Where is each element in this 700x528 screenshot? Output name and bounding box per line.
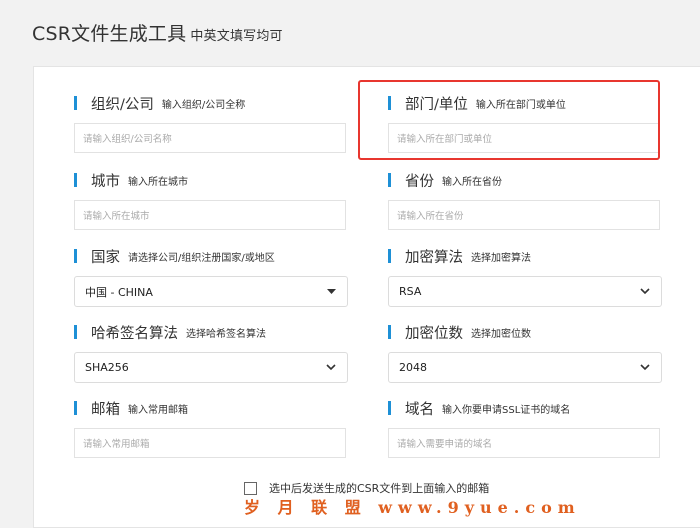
province-label-row: 省份 输入所在省份 [388, 169, 662, 191]
country-field: 国家 请选择公司/组织注册国家/或地区 中国 - CHINA [74, 245, 348, 307]
chevron-down-icon [639, 286, 651, 298]
caret-down-icon [325, 286, 337, 298]
hash-label: 哈希签名算法 [91, 325, 178, 342]
key-size-selected-value: 2048 [399, 361, 427, 374]
country-label-row: 国家 请选择公司/组织注册国家/或地区 [74, 245, 348, 267]
key-size-label: 加密位数 [405, 325, 463, 342]
label-accent-bar [388, 401, 391, 415]
domain-label: 域名 [405, 401, 434, 418]
email-hint: 输入常用邮箱 [128, 404, 188, 416]
organization-hint: 输入组织/公司全称 [161, 99, 246, 111]
send-email-checkbox[interactable] [244, 481, 257, 495]
domain-label-row: 域名 输入你要申请SSL证书的域名 [388, 397, 662, 419]
city-field: 城市 输入所在城市 请输入所在城市 [74, 169, 348, 230]
country-hint: 请选择公司/组织注册国家/或地区 [128, 252, 275, 264]
page-title: CSR文件生成工具 中英文填写均可 [32, 19, 283, 46]
email-label: 邮箱 [91, 401, 120, 418]
key-size-select[interactable]: 2048 [388, 352, 662, 383]
email-label-row: 邮箱 输入常用邮箱 [74, 397, 348, 419]
organization-input[interactable]: 请输入组织/公司名称 [74, 123, 346, 153]
hash-hint: 选择哈希签名算法 [186, 328, 266, 340]
page-subtitle: 中英文填写均可 [190, 29, 283, 44]
algorithm-select[interactable]: RSA [388, 276, 662, 307]
organization-label: 组织/公司 [91, 96, 154, 113]
province-hint: 输入所在省份 [442, 176, 502, 188]
province-field: 省份 输入所在省份 请输入所在省份 [388, 169, 662, 230]
highlight-box [358, 80, 660, 160]
label-accent-bar [74, 96, 77, 110]
city-label: 城市 [91, 173, 120, 190]
label-accent-bar [388, 325, 391, 339]
hash-field: 哈希签名算法 选择哈希签名算法 SHA256 [74, 321, 348, 383]
domain-hint: 输入你要申请SSL证书的域名 [442, 404, 571, 416]
watermark: 岁 月 联 盟 www.9yue.com [244, 498, 581, 517]
email-field: 邮箱 输入常用邮箱 请输入常用邮箱 [74, 397, 348, 458]
chevron-down-icon [325, 362, 337, 374]
organization-field: 组织/公司 输入组织/公司全称 请输入组织/公司名称 [74, 92, 348, 153]
label-accent-bar [388, 249, 391, 263]
label-accent-bar [74, 401, 77, 415]
hash-selected-value: SHA256 [85, 361, 129, 374]
country-select[interactable]: 中国 - CHINA [74, 276, 348, 307]
country-label: 国家 [91, 249, 120, 266]
city-input[interactable]: 请输入所在城市 [74, 200, 346, 230]
algorithm-hint: 选择加密算法 [471, 252, 531, 264]
province-label: 省份 [405, 173, 434, 190]
domain-field: 域名 输入你要申请SSL证书的域名 请输入需要申请的域名 [388, 397, 662, 458]
algorithm-field: 加密算法 选择加密算法 RSA [388, 245, 662, 307]
key-size-label-row: 加密位数 选择加密位数 [388, 321, 662, 343]
hash-select[interactable]: SHA256 [74, 352, 348, 383]
city-label-row: 城市 输入所在城市 [74, 169, 348, 191]
algorithm-label: 加密算法 [405, 249, 463, 266]
city-hint: 输入所在城市 [128, 176, 188, 188]
hash-label-row: 哈希签名算法 选择哈希签名算法 [74, 321, 348, 343]
algorithm-label-row: 加密算法 选择加密算法 [388, 245, 662, 267]
organization-label-row: 组织/公司 输入组织/公司全称 [74, 92, 348, 114]
email-input[interactable]: 请输入常用邮箱 [74, 428, 346, 458]
province-input[interactable]: 请输入所在省份 [388, 200, 660, 230]
chevron-down-icon [639, 362, 651, 374]
country-selected-value: 中国 - CHINA [85, 285, 153, 299]
key-size-field: 加密位数 选择加密位数 2048 [388, 321, 662, 383]
label-accent-bar [74, 173, 77, 187]
algorithm-selected-value: RSA [399, 285, 422, 298]
domain-input[interactable]: 请输入需要申请的域名 [388, 428, 660, 458]
label-accent-bar [74, 249, 77, 263]
key-size-hint: 选择加密位数 [471, 328, 531, 340]
label-accent-bar [74, 325, 77, 339]
page-title-text: CSR文件生成工具 [32, 23, 187, 45]
label-accent-bar [388, 173, 391, 187]
